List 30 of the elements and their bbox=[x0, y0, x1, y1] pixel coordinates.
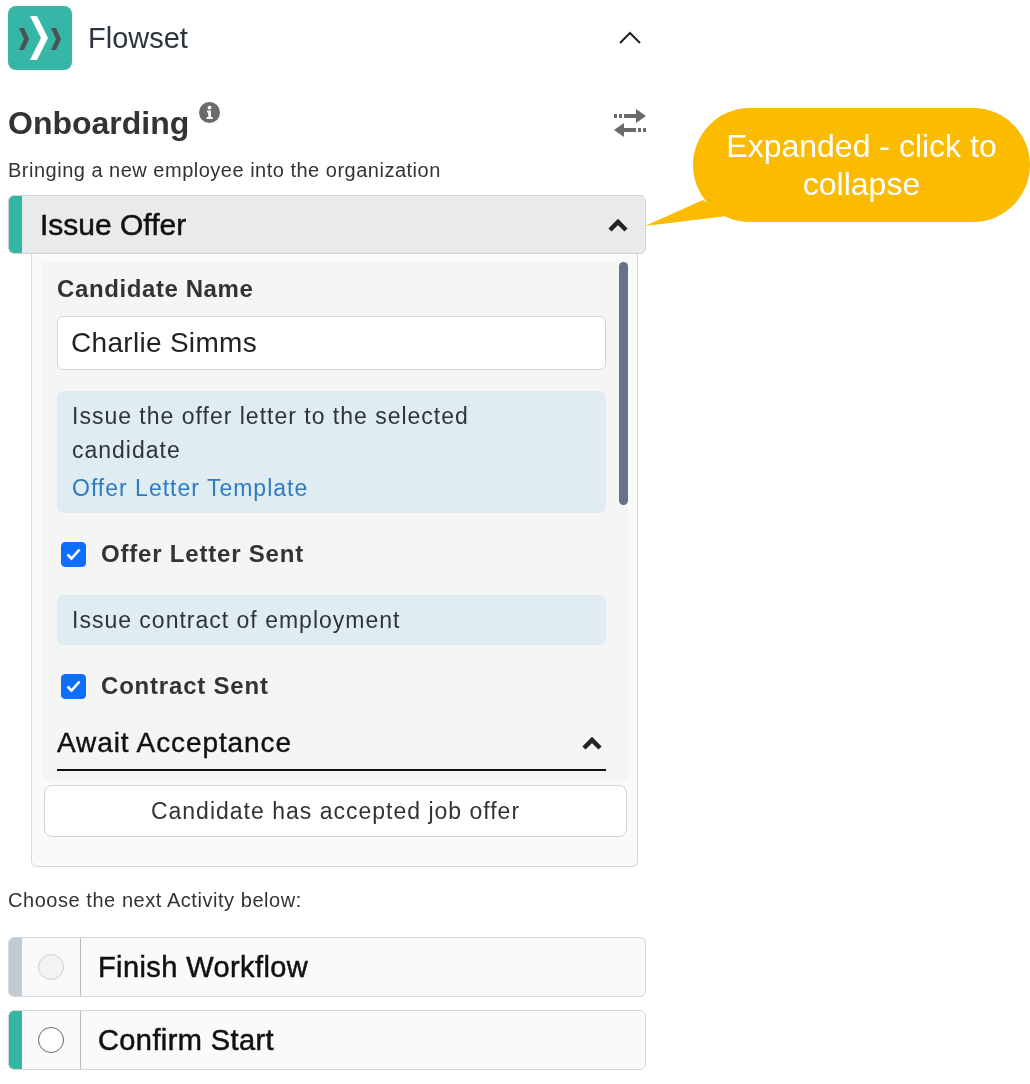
checkbox-label: Offer Letter Sent bbox=[101, 540, 304, 568]
checkbox[interactable] bbox=[61, 541, 86, 567]
scrollbar-thumb[interactable] bbox=[619, 262, 628, 505]
option-title: Finish Workflow bbox=[98, 950, 309, 984]
option-title: Confirm Start bbox=[98, 1023, 274, 1057]
logo-icon bbox=[8, 6, 72, 70]
info-icon[interactable] bbox=[199, 102, 221, 123]
app-name: Flowset bbox=[88, 21, 188, 55]
workflow-title: Onboarding bbox=[8, 104, 190, 142]
note-text: Issue the offer letter to the selected candidate bbox=[72, 402, 470, 465]
swap-icon[interactable] bbox=[614, 109, 646, 137]
checkbox[interactable] bbox=[61, 673, 86, 699]
callout-text: Expanded - click to collapse bbox=[725, 127, 998, 203]
check-icon bbox=[66, 547, 81, 561]
note-text: Issue contract of employment bbox=[72, 606, 401, 635]
field-label: Candidate Name bbox=[57, 276, 254, 302]
activity-header[interactable]: Issue Offer bbox=[8, 195, 646, 254]
text-input-field[interactable]: Charlie Simms bbox=[57, 316, 606, 370]
section-title[interactable]: Await Acceptance bbox=[57, 728, 292, 758]
accent-strip bbox=[9, 196, 22, 253]
activity-title: Issue Offer bbox=[40, 207, 187, 242]
activity-option[interactable]: Confirm Start bbox=[8, 1010, 646, 1070]
complete-button[interactable]: Candidate has accepted job offer bbox=[44, 785, 627, 837]
radio-button[interactable] bbox=[38, 1027, 64, 1053]
check-icon bbox=[66, 679, 81, 693]
workflow-description: Bringing a new employee into the organization bbox=[8, 159, 442, 181]
template-link[interactable]: Offer Letter Template bbox=[72, 471, 309, 505]
chevron-up-icon[interactable] bbox=[618, 31, 642, 45]
checkbox-label: Contract Sent bbox=[101, 672, 269, 700]
next-activity-prompt: Choose the next Activity below: bbox=[8, 889, 303, 911]
